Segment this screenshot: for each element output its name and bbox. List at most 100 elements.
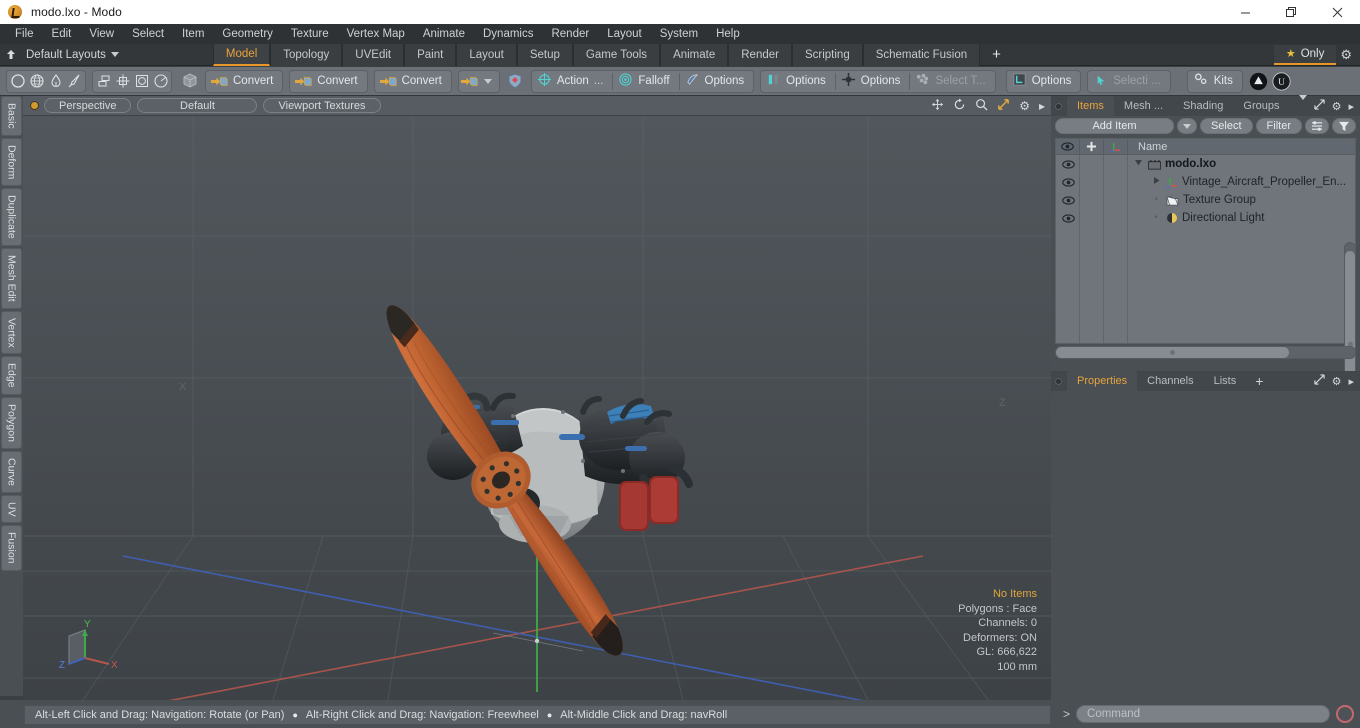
rail-tab-deform[interactable]: Deform	[1, 137, 22, 187]
viewport-canvas[interactable]: X Z No Items Polygons: Face Channels: 0…	[23, 116, 1051, 700]
play-arrow-icon[interactable]: ▸	[1039, 99, 1045, 113]
menu-item-select[interactable]: Select	[123, 24, 173, 44]
properties-tab-properties[interactable]: Properties	[1067, 371, 1138, 391]
rail-tab-edge[interactable]: Edge	[1, 356, 22, 395]
item-tree-row[interactable]: modo.lxo	[1128, 155, 1355, 173]
convert-button-3[interactable]: Convert	[376, 71, 450, 92]
maximize-icon[interactable]	[1268, 0, 1314, 24]
select-through-button[interactable]: Select T...	[911, 71, 993, 92]
rail-tab-mesh-edit[interactable]: Mesh Edit	[1, 247, 22, 309]
grid-options-button[interactable]: Options	[1008, 71, 1080, 92]
rotate-icon[interactable]	[953, 98, 966, 114]
properties-tab-lists[interactable]: Lists	[1204, 371, 1247, 391]
chevron-down-icon[interactable]	[479, 72, 498, 91]
rail-tab-vertex[interactable]: Vertex	[1, 310, 22, 355]
play-arrow-icon[interactable]: ▸	[1348, 375, 1354, 388]
home-icon[interactable]	[0, 44, 22, 66]
viewport-shading-preset[interactable]: Default	[137, 98, 258, 113]
snap-options-button[interactable]: Options	[681, 71, 753, 92]
layout-tab-paint[interactable]: Paint	[404, 43, 457, 66]
layout-tab-render[interactable]: Render	[728, 43, 792, 66]
menu-item-file[interactable]: File	[6, 24, 43, 44]
item-tree-row[interactable]: Directional Light	[1128, 209, 1355, 227]
rail-tab-uv[interactable]: UV	[1, 494, 22, 524]
sphere-icon[interactable]	[8, 72, 27, 91]
globe-icon[interactable]	[27, 72, 46, 91]
symmetry-options-button[interactable]: Options	[762, 71, 834, 92]
viewport-texture-mode[interactable]: Viewport Textures	[263, 98, 381, 113]
add-properties-tab-button[interactable]: +	[1246, 371, 1272, 391]
expand-icon[interactable]	[1313, 374, 1325, 388]
zoom-icon[interactable]	[975, 98, 988, 114]
gear-icon[interactable]: ⚙	[1332, 375, 1342, 388]
item-tree[interactable]: Name modo.lxo Vintage_Aircraft_Propeller_…	[1055, 138, 1356, 344]
items-tab-items[interactable]: Items	[1067, 96, 1114, 116]
command-input[interactable]: Command	[1076, 705, 1330, 723]
menu-item-layout[interactable]: Layout	[598, 24, 651, 44]
convert-button-2[interactable]: Convert	[291, 71, 365, 92]
fit-icon[interactable]	[997, 98, 1010, 114]
falloff-button[interactable]: Falloff	[614, 71, 677, 92]
menu-item-animate[interactable]: Animate	[414, 24, 474, 44]
viewport-view-mode[interactable]: Perspective	[44, 98, 132, 113]
add-layout-tab-button[interactable]: +	[980, 44, 1013, 66]
menu-item-system[interactable]: System	[651, 24, 707, 44]
items-tab-groups[interactable]: Groups	[1233, 96, 1289, 116]
items-tab-mesh[interactable]: Mesh ...	[1114, 96, 1173, 116]
gear-icon[interactable]: ⚙	[1332, 100, 1342, 113]
convert-cube-icon[interactable]	[460, 72, 479, 91]
minimize-icon[interactable]	[1222, 0, 1268, 24]
item-visibility-eye-icon[interactable]	[1056, 191, 1080, 209]
mesh-square-icon[interactable]	[132, 72, 151, 91]
pan-icon[interactable]	[931, 98, 944, 114]
menu-item-texture[interactable]: Texture	[282, 24, 338, 44]
funnel-icon[interactable]	[1332, 118, 1356, 134]
shield-icon[interactable]	[506, 72, 525, 91]
item-tree-row[interactable]: Texture Group	[1128, 191, 1355, 209]
expand-icon[interactable]	[1313, 99, 1325, 113]
menu-item-vertex-map[interactable]: Vertex Map	[338, 24, 414, 44]
item-tree-row[interactable]: Vintage_Aircraft_Propeller_En...	[1128, 173, 1355, 191]
menu-item-render[interactable]: Render	[542, 24, 598, 44]
properties-tab-channels[interactable]: Channels	[1137, 371, 1203, 391]
menu-item-view[interactable]: View	[80, 24, 123, 44]
selection-button[interactable]: Selecti ...	[1089, 71, 1168, 92]
item-visibility-eye-icon[interactable]	[1056, 155, 1080, 173]
add-item-button[interactable]: Add Item	[1055, 118, 1174, 134]
gear-icon[interactable]: ⚙	[1019, 99, 1030, 113]
layout-tab-animate[interactable]: Animate	[660, 43, 729, 66]
menu-item-help[interactable]: Help	[707, 24, 749, 44]
rail-tab-fusion[interactable]: Fusion	[1, 525, 22, 571]
items-tab-shading[interactable]: Shading	[1173, 96, 1233, 116]
layout-tab-topology[interactable]: Topology	[270, 43, 343, 66]
play-arrow-icon[interactable]: ▸	[1348, 100, 1354, 113]
item-tree-horizontal-scrollbar[interactable]	[1055, 346, 1356, 359]
rail-tab-duplicate[interactable]: Duplicate	[1, 188, 22, 246]
convert-button-1[interactable]: Convert	[207, 71, 281, 92]
layout-tab-schematic-fusion[interactable]: Schematic Fusion	[862, 43, 981, 66]
unreal-badge-icon[interactable]: U	[1272, 71, 1291, 91]
tree-expand-toggle-icon[interactable]	[1152, 176, 1162, 188]
teardrop-icon[interactable]	[46, 72, 65, 91]
mesh-stack-icon[interactable]	[94, 72, 113, 91]
record-icon[interactable]	[1336, 705, 1354, 723]
layout-tab-model[interactable]: Model	[212, 43, 271, 66]
chevron-down-icon[interactable]	[1298, 95, 1307, 112]
layout-tab-setup[interactable]: Setup	[516, 43, 573, 66]
kits-button[interactable]: Kits	[1189, 71, 1241, 92]
action-center-button[interactable]: Action ...	[533, 71, 612, 92]
rail-tab-curve[interactable]: Curve	[1, 450, 22, 493]
layout-tab-layout[interactable]: Layout	[456, 43, 517, 66]
layout-tab-scripting[interactable]: Scripting	[791, 43, 863, 66]
rail-tab-polygon[interactable]: Polygon	[1, 396, 22, 449]
select-button[interactable]: Select	[1199, 118, 1253, 134]
layout-selector[interactable]: Default Layouts	[22, 44, 127, 66]
list-view-icon[interactable]	[1305, 118, 1329, 134]
gear-icon[interactable]: ⚙	[1340, 47, 1360, 63]
add-item-dropdown[interactable]	[1176, 118, 1197, 134]
layout-tab-uvedit[interactable]: UVEdit	[342, 43, 405, 66]
tree-expand-toggle-icon[interactable]	[1134, 158, 1144, 170]
menu-item-edit[interactable]: Edit	[43, 24, 81, 44]
filter-button[interactable]: Filter	[1255, 118, 1302, 134]
item-visibility-eye-icon[interactable]	[1056, 173, 1080, 191]
